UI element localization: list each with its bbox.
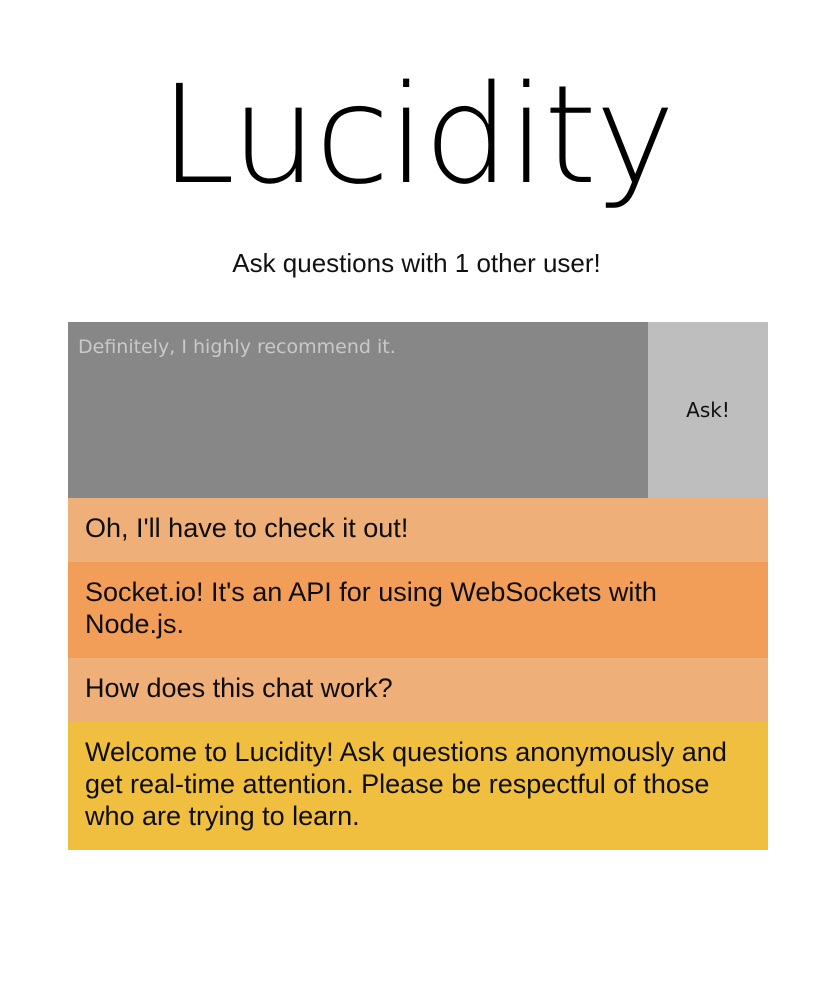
chat-message: Oh, I'll have to check it out!	[68, 498, 768, 562]
question-input[interactable]	[68, 322, 648, 498]
chat-message: Socket.io! It's an API for using WebSock…	[68, 562, 768, 658]
question-composer: Ask!	[68, 322, 768, 498]
message-list: Oh, I'll have to check it out! Socket.io…	[68, 498, 768, 850]
chat-message: Welcome to Lucidity! Ask questions anony…	[68, 722, 768, 850]
chat-message: How does this chat work?	[68, 658, 768, 722]
chat-panel: Ask! Oh, I'll have to check it out! Sock…	[68, 322, 768, 850]
ask-button[interactable]: Ask!	[648, 322, 768, 498]
user-count-subtitle: Ask questions with 1 other user!	[232, 248, 601, 278]
app-title: Lucidity	[159, 57, 675, 215]
